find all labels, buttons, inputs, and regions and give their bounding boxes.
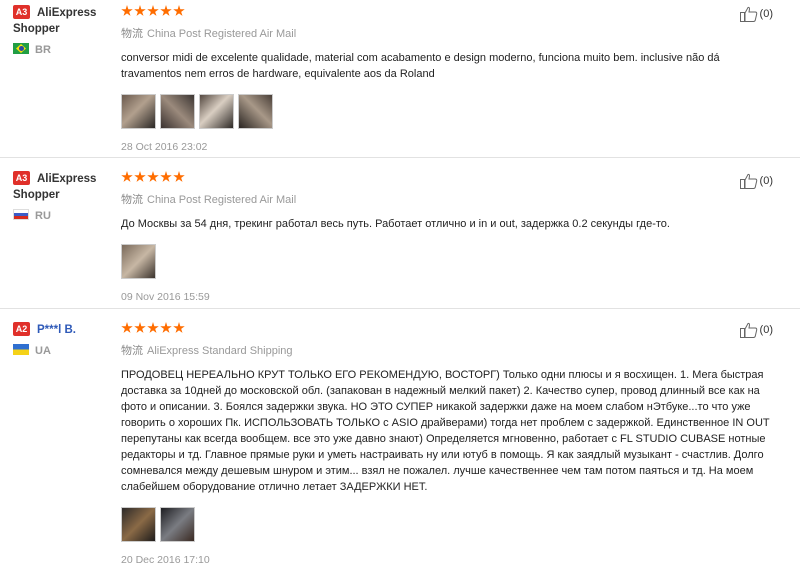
shipping-label: 物流 bbox=[121, 345, 143, 357]
star-icon bbox=[173, 5, 185, 16]
review-item: A3 AliExpress Shopper RU 物流 China Post Re… bbox=[0, 158, 800, 309]
shipping-method: 物流 China Post Registered Air Mail bbox=[121, 25, 781, 41]
reviewer-country: RU bbox=[13, 209, 51, 222]
review-photo-thumbnail[interactable] bbox=[199, 94, 234, 129]
brazil-flag-icon bbox=[13, 43, 29, 54]
helpful-vote-button[interactable]: (0) bbox=[739, 6, 773, 22]
helpful-count: (0) bbox=[759, 8, 773, 20]
reviewer-info: A3 AliExpress Shopper RU bbox=[13, 171, 113, 222]
star-icon bbox=[134, 171, 146, 182]
review-item: A3 AliExpress Shopper BR 物流 China Post Re… bbox=[0, 0, 800, 158]
reviewer-country: UA bbox=[13, 344, 51, 357]
review-date: 20 Dec 2016 17:10 bbox=[121, 554, 210, 566]
buyer-level-badge: A2 bbox=[13, 322, 30, 336]
ukraine-flag-icon bbox=[13, 344, 29, 355]
star-icon bbox=[173, 171, 185, 182]
star-icon bbox=[147, 5, 159, 16]
review-photos bbox=[121, 94, 781, 129]
star-icon bbox=[160, 5, 172, 16]
star-icon bbox=[147, 322, 159, 333]
shipping-label: 物流 bbox=[121, 28, 143, 40]
helpful-count: (0) bbox=[759, 324, 773, 336]
review-photos bbox=[121, 507, 781, 542]
shipping-name: AliExpress Standard Shipping bbox=[147, 345, 293, 357]
review-body: 物流 China Post Registered Air Mail convers… bbox=[121, 5, 781, 153]
rating-stars bbox=[121, 5, 781, 19]
shipping-name: China Post Registered Air Mail bbox=[147, 194, 297, 206]
star-icon bbox=[160, 171, 172, 182]
star-icon bbox=[121, 171, 133, 182]
helpful-count: (0) bbox=[759, 175, 773, 187]
star-icon bbox=[121, 5, 133, 16]
russia-flag-icon bbox=[13, 209, 29, 220]
review-photos bbox=[121, 244, 781, 279]
star-icon bbox=[173, 322, 185, 333]
review-photo-thumbnail[interactable] bbox=[121, 507, 156, 542]
review-text: conversor midi de excelente qualidade, m… bbox=[121, 52, 720, 80]
review-text: ПРОДОВЕЦ НЕРЕАЛЬНО КРУТ ТОЛЬКО ЕГО РЕКОМ… bbox=[121, 369, 770, 493]
rating-stars bbox=[121, 322, 781, 336]
reviewer-name[interactable]: P***l B. bbox=[37, 322, 117, 338]
review-photo-thumbnail[interactable] bbox=[121, 244, 156, 279]
country-code: BR bbox=[35, 44, 51, 56]
shipping-method: 物流 AliExpress Standard Shipping bbox=[121, 342, 781, 358]
star-icon bbox=[134, 5, 146, 16]
star-icon bbox=[160, 322, 172, 333]
review-body: 物流 AliExpress Standard Shipping ПРОДОВЕЦ … bbox=[121, 322, 781, 566]
shipping-method: 物流 China Post Registered Air Mail bbox=[121, 191, 781, 207]
review-photo-thumbnail[interactable] bbox=[160, 94, 195, 129]
shipping-label: 物流 bbox=[121, 194, 143, 206]
review-item: A2 P***l B. UA 物流 AliExpress Standard Shi… bbox=[0, 309, 800, 566]
review-date: 28 Oct 2016 23:02 bbox=[121, 141, 208, 153]
country-code: RU bbox=[35, 210, 51, 222]
review-body: 物流 China Post Registered Air Mail До Моск… bbox=[121, 171, 781, 303]
helpful-vote-button[interactable]: (0) bbox=[739, 322, 773, 338]
star-icon bbox=[147, 171, 159, 182]
country-code: UA bbox=[35, 345, 51, 357]
review-photo-thumbnail[interactable] bbox=[160, 507, 195, 542]
review-photo-thumbnail[interactable] bbox=[121, 94, 156, 129]
review-photo-thumbnail[interactable] bbox=[238, 94, 273, 129]
reviewer-info: A2 P***l B. UA bbox=[13, 322, 113, 357]
helpful-vote-button[interactable]: (0) bbox=[739, 173, 773, 189]
review-text: До Москвы за 54 дня, трекинг работал вес… bbox=[121, 218, 670, 230]
reviewer-name[interactable]: AliExpress Shopper bbox=[13, 5, 96, 37]
thumbs-up-icon bbox=[739, 6, 757, 22]
shipping-name: China Post Registered Air Mail bbox=[147, 28, 297, 40]
thumbs-up-icon bbox=[739, 173, 757, 189]
review-date: 09 Nov 2016 15:59 bbox=[121, 291, 210, 303]
star-icon bbox=[134, 322, 146, 333]
star-icon bbox=[121, 322, 133, 333]
thumbs-up-icon bbox=[739, 322, 757, 338]
reviewer-country: BR bbox=[13, 43, 51, 56]
reviewer-info: A3 AliExpress Shopper BR bbox=[13, 5, 113, 56]
rating-stars bbox=[121, 171, 781, 185]
reviewer-name[interactable]: AliExpress Shopper bbox=[13, 171, 96, 203]
